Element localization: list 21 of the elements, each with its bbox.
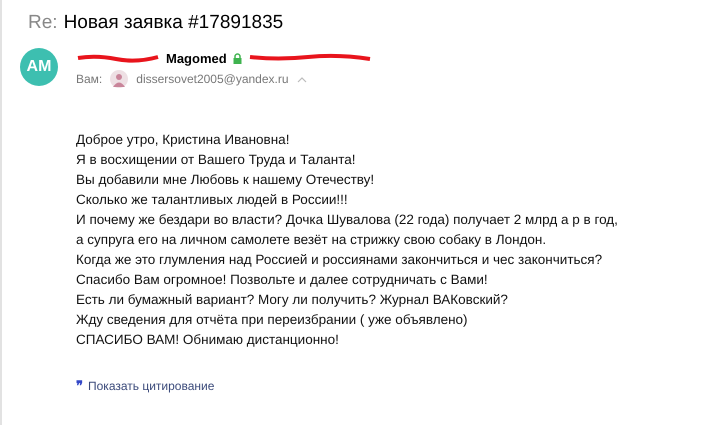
recipient-address: dissersovet2005@yandex.ru bbox=[136, 72, 289, 86]
sender-avatar: AM bbox=[20, 48, 58, 86]
message-line: Жду сведения для отчёта при переизбрании ( уже объявлено) bbox=[76, 311, 468, 329]
message-line: И почему же бездари во власти? Дочка Шувалова (22 года) получает 2 млрд а р в год, bbox=[76, 211, 618, 229]
message-line: Сколько же талантливых людей в России!!! bbox=[76, 191, 348, 209]
message-line: Доброе утро, Кристина Ивановна! bbox=[76, 131, 290, 149]
recipient-avatar bbox=[110, 70, 128, 88]
reply-prefix: Re: bbox=[28, 12, 58, 34]
recipient-label: Вам: bbox=[76, 72, 102, 86]
message-line: СПАСИБО ВАМ! Обнимаю дистанционно! bbox=[76, 331, 339, 349]
message-line: Спасибо Вам огромное! Позвольте и далее сотрудничать с Вами! bbox=[76, 271, 488, 289]
message-line: Есть ли бумажный вариант? Могу ли получить? Журнал ВАКовский? bbox=[76, 291, 508, 309]
message-line: Вы добавили мне Любовь к нашему Отечеству! bbox=[76, 171, 374, 189]
message-line: Когда же это глумления над Россией и россиянами закончиться и чес закончиться? bbox=[76, 251, 602, 269]
sender-name: Magomed bbox=[166, 50, 227, 66]
email-subject: Новая заявка #17891835 bbox=[64, 12, 284, 34]
message-line: а супруга его на личном самолете везёт на стрижку свою собаку в Лондон. bbox=[76, 231, 546, 249]
collapse-caret-icon[interactable] bbox=[296, 76, 307, 82]
show-quote-link[interactable]: ❞ Показать цитирование bbox=[76, 378, 214, 393]
lock-icon bbox=[232, 52, 242, 64]
message-line: Я в восхищении от Вашего Труда и Таланта! bbox=[76, 151, 356, 169]
